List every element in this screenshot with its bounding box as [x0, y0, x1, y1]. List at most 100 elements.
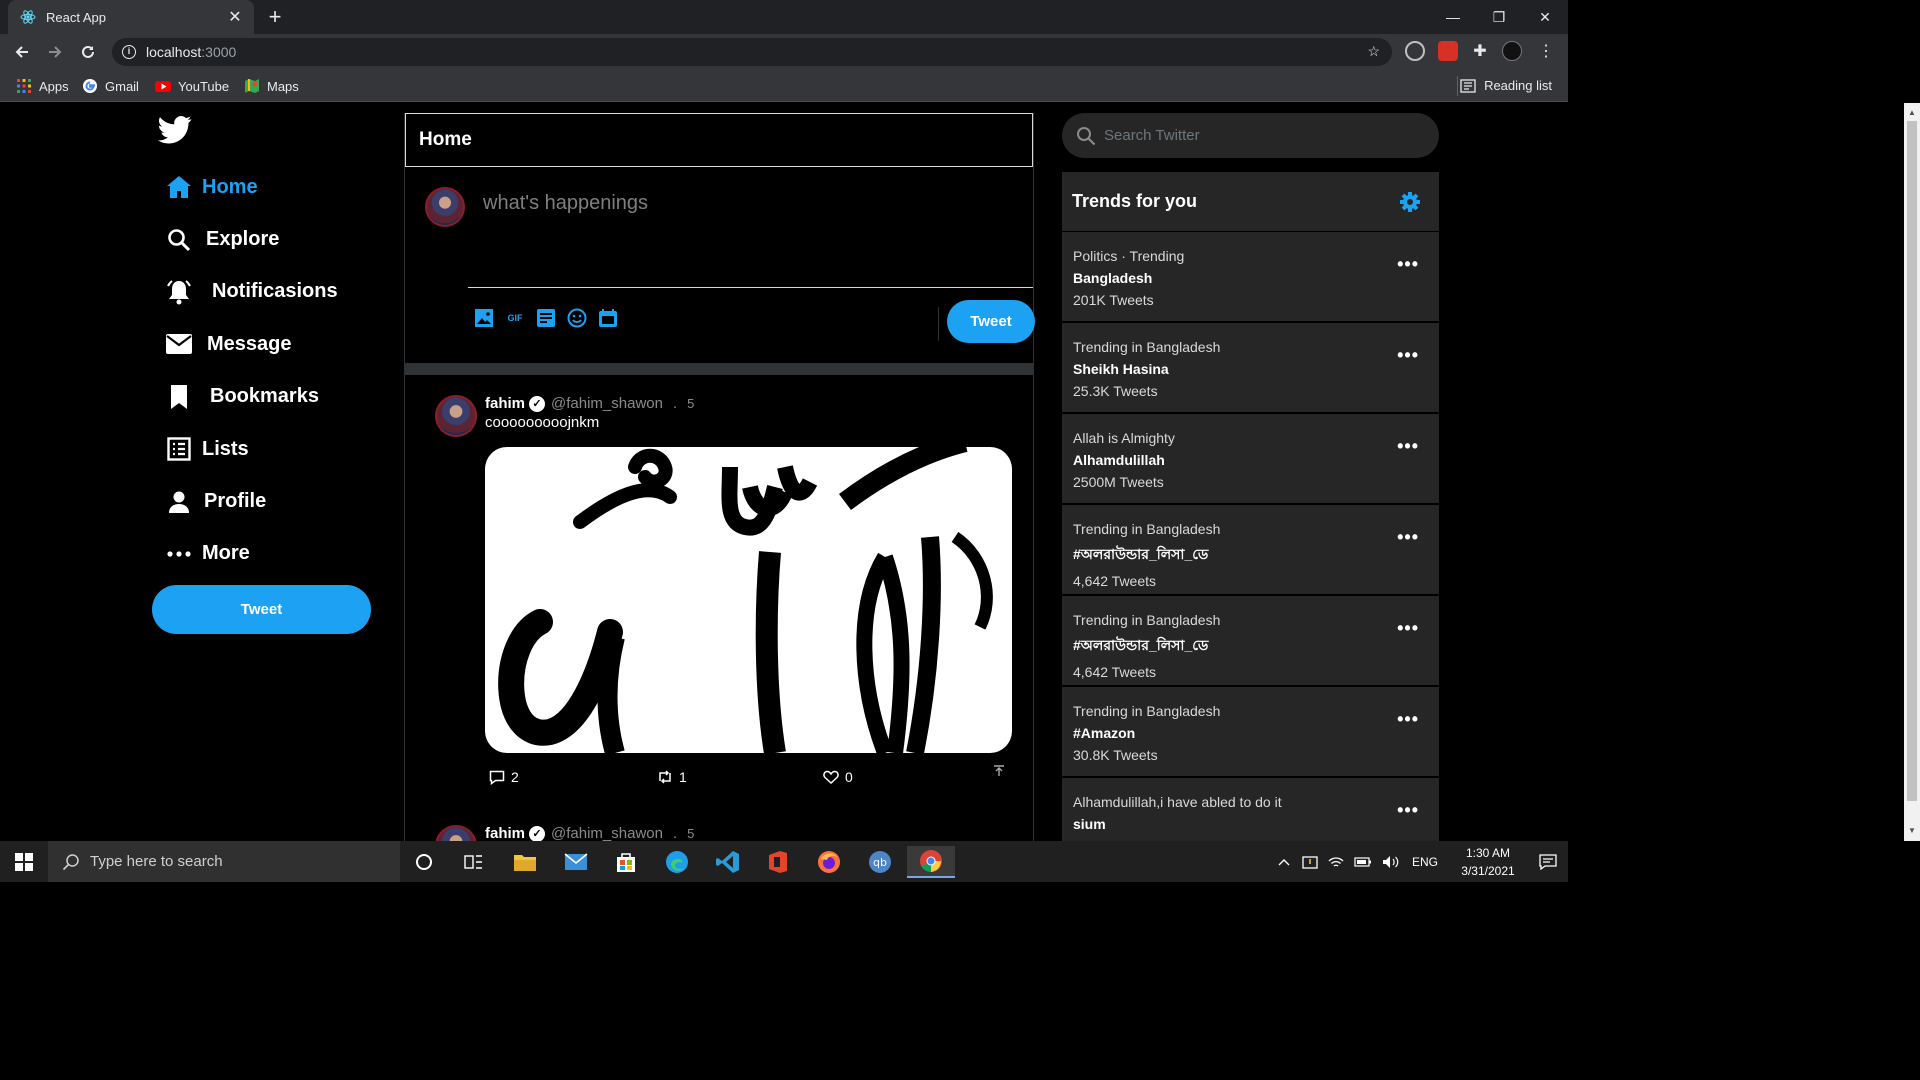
author-name[interactable]: fahim [485, 825, 525, 841]
chevron-up-icon[interactable] [1278, 858, 1290, 866]
star-icon[interactable]: ☆ [1367, 43, 1380, 60]
trend-item[interactable]: Alhamdulillah,i have abled to do it sium… [1062, 778, 1439, 841]
trend-item[interactable]: Trending in Bangladesh #অলরাউন্ডার_লিসা_… [1062, 505, 1439, 596]
back-button[interactable] [10, 40, 34, 64]
heart-icon [823, 770, 839, 784]
image-icon[interactable] [473, 307, 495, 329]
bookmark-apps[interactable]: Apps [16, 78, 69, 94]
more-options-icon[interactable]: ••• [1397, 800, 1419, 821]
search-input[interactable] [1104, 127, 1404, 144]
twitter-logo-icon[interactable] [158, 115, 192, 145]
trend-topic: Sheikh Hasina [1073, 361, 1169, 377]
avatar[interactable] [425, 187, 465, 227]
scroll-up-icon[interactable]: ▲ [1904, 105, 1920, 121]
gif-icon[interactable]: GIF [504, 307, 526, 329]
start-button[interactable] [0, 841, 48, 882]
vscode-icon[interactable] [704, 846, 752, 878]
sidebar-item-home[interactable]: Home [164, 161, 338, 213]
qbittorrent-icon[interactable]: qb [856, 846, 904, 878]
tweet-input[interactable] [483, 187, 1003, 219]
mail-app-icon[interactable] [552, 846, 600, 878]
sidebar-item-explore[interactable]: Explore [164, 213, 338, 265]
avatar[interactable] [435, 825, 477, 841]
tab-title: React App [46, 9, 106, 25]
bookmark-maps[interactable]: Maps [244, 78, 299, 94]
extension-circle-icon[interactable] [1405, 41, 1425, 61]
kebab-menu-icon[interactable]: ⋮ [1536, 41, 1556, 61]
edge-icon[interactable] [653, 846, 701, 878]
more-options-icon[interactable]: ••• [1397, 618, 1419, 639]
sidebar-item-more[interactable]: More [164, 528, 338, 580]
share-button[interactable] [993, 765, 1005, 777]
sidebar-item-notifications[interactable]: Notificasions [164, 266, 338, 318]
bookmark-gmail[interactable]: Gmail [82, 78, 139, 94]
avatar[interactable] [435, 395, 477, 437]
scroll-down-icon[interactable]: ▼ [1904, 823, 1920, 839]
tweet-post[interactable]: fahim ✓ @fahim_shawon . 5 cooooooooojnkm [405, 375, 1033, 801]
scrollbar-thumb[interactable] [1907, 121, 1917, 801]
trend-item[interactable]: Trending in Bangladesh #Amazon 30.8K Twe… [1062, 687, 1439, 778]
schedule-icon[interactable] [597, 307, 619, 329]
poll-icon[interactable] [535, 307, 557, 329]
trends-panel: Trends for you Politics · Trending Bangl… [1062, 172, 1439, 841]
more-options-icon[interactable]: ••• [1397, 345, 1419, 366]
tweet-image[interactable] [485, 447, 1012, 753]
apps-grid-icon [17, 79, 31, 93]
office-icon[interactable] [754, 846, 802, 878]
sidebar-tweet-button[interactable]: Tweet [152, 585, 371, 634]
browser-tab[interactable]: React App ✕ [8, 0, 254, 34]
tweet-button[interactable]: Tweet [947, 300, 1035, 343]
wifi-icon[interactable] [1328, 855, 1344, 869]
extension-red-icon[interactable] [1438, 41, 1458, 61]
reply-button[interactable]: 2 [489, 769, 519, 785]
restore-button[interactable]: ❐ [1476, 0, 1522, 34]
more-options-icon[interactable]: ••• [1397, 709, 1419, 730]
bookmark-label: YouTube [178, 78, 230, 94]
reload-button[interactable] [76, 40, 100, 64]
store-icon[interactable] [602, 846, 650, 878]
bookmark-youtube[interactable]: YouTube [155, 78, 229, 94]
chrome-icon[interactable] [907, 846, 955, 878]
sidebar-item-lists[interactable]: Lists [164, 423, 338, 475]
browser-tabbar: React App ✕ + — ❐ ✕ [0, 0, 1568, 34]
sidebar-item-bookmarks[interactable]: Bookmarks [164, 371, 338, 423]
address-bar[interactable]: i localhost:3000 ☆ [112, 38, 1392, 66]
trend-item[interactable]: Politics · Trending Bangladesh 201K Twee… [1062, 232, 1439, 323]
taskbar-search[interactable]: Type here to search [48, 841, 400, 882]
emoji-icon[interactable] [566, 307, 588, 329]
puzzle-icon[interactable]: ✚ [1470, 41, 1490, 61]
battery-icon[interactable] [1354, 856, 1372, 867]
gear-icon[interactable] [1399, 191, 1421, 213]
minimize-button[interactable]: — [1430, 0, 1476, 34]
firefox-icon[interactable] [805, 846, 853, 878]
like-button[interactable]: 0 [823, 769, 853, 785]
more-options-icon[interactable]: ••• [1397, 527, 1419, 548]
close-tab-icon[interactable]: ✕ [226, 7, 244, 27]
more-options-icon[interactable]: ••• [1397, 254, 1419, 275]
file-explorer-icon[interactable] [501, 846, 549, 878]
close-window-button[interactable]: ✕ [1522, 0, 1568, 34]
new-tab-button[interactable]: + [262, 4, 288, 30]
trend-item[interactable]: Allah is Almighty Alhamdulillah 2500M Tw… [1062, 414, 1439, 505]
page-scrollbar[interactable]: ▲ ▼ [1904, 103, 1920, 841]
tweet-post[interactable]: fahim ✓ @fahim_shawon . 5 [405, 801, 1033, 841]
task-view-icon[interactable] [450, 846, 498, 878]
retweet-button[interactable]: 1 [657, 769, 687, 785]
trend-item[interactable]: Trending in Bangladesh #অলরাউন্ডার_লিসা_… [1062, 596, 1439, 687]
trend-item[interactable]: Trending in Bangladesh Sheikh Hasina 25.… [1062, 323, 1439, 414]
sidebar-item-message[interactable]: Message [164, 318, 338, 370]
language-indicator[interactable]: ENG [1412, 855, 1438, 869]
forward-button[interactable] [43, 40, 67, 64]
volume-icon[interactable] [1382, 855, 1400, 869]
cortana-icon[interactable] [400, 846, 448, 878]
author-name[interactable]: fahim [485, 395, 525, 412]
info-icon[interactable]: i [122, 45, 136, 59]
profile-avatar[interactable] [1502, 41, 1522, 61]
network-alert-icon[interactable] [1302, 854, 1318, 870]
reading-list-button[interactable]: Reading list [1460, 78, 1552, 93]
more-options-icon[interactable]: ••• [1397, 436, 1419, 457]
sidebar-item-profile[interactable]: Profile [164, 475, 338, 527]
notification-center-icon[interactable] [1528, 853, 1568, 870]
search-box[interactable] [1062, 113, 1439, 158]
clock[interactable]: 1:30 AM 3/31/2021 [1448, 844, 1528, 880]
